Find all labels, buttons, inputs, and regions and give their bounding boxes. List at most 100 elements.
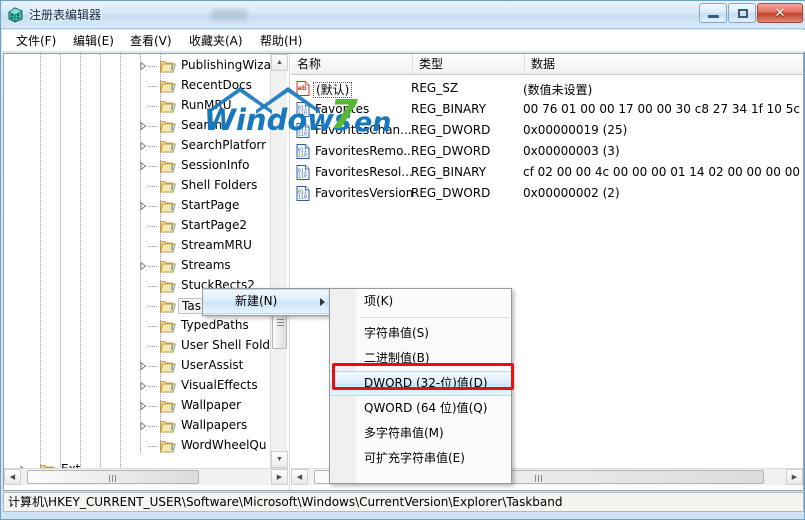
menu-file[interactable]: 文件(F): [10, 33, 62, 50]
submenu-item-2[interactable]: 二进制值(B): [330, 346, 511, 371]
chevron-right-icon: ▶: [791, 474, 798, 481]
menu-bar: 文件(F) 编辑(E) 查看(V) 收藏夹(A) 帮助(H): [2, 30, 805, 52]
submenu-item-0[interactable]: 项(K): [330, 289, 511, 314]
tree-vertical-scrollbar[interactable]: ▲ ▼: [270, 54, 288, 468]
table-row[interactable]: 011 110 FavoritesResol... REG_BINARY cf 02 0…: [291, 162, 803, 183]
folder-icon: [159, 299, 176, 313]
menu-view[interactable]: 查看(V): [124, 33, 178, 50]
column-header-type[interactable]: 类型: [413, 54, 525, 74]
table-row[interactable]: 011 110 FavoritesRemo... REG_DWORD 0x0000000…: [291, 141, 803, 162]
menu-help[interactable]: 帮助(H): [254, 33, 308, 50]
svg-text:110: 110: [298, 173, 307, 179]
folder-icon: [159, 399, 176, 413]
list-scroll-left-button[interactable]: ◀: [291, 469, 308, 485]
expand-arrow-icon[interactable]: [138, 201, 148, 211]
value-name-text: Favorites: [315, 102, 370, 116]
title-bar[interactable]: 注册表编辑器 ✕: [1, 1, 805, 29]
tree-item-label: StartPage: [181, 198, 240, 212]
value-name-text: FavoritesRemo...: [315, 144, 415, 158]
new-submenu[interactable]: 项(K) 字符串值(S) 二进制值(B) DWORD (32-位)值(D) QWORD …: [329, 288, 512, 484]
value-name-text: (默认): [313, 82, 353, 98]
column-header-name[interactable]: 名称: [291, 54, 413, 74]
new-submenu-inner: 项(K) 字符串值(S) 二进制值(B) DWORD (32-位)值(D) QWORD …: [330, 289, 511, 483]
tree-connector: [148, 66, 158, 67]
folder-icon: [159, 159, 176, 173]
tree-horizontal-scrollbar[interactable]: ◀ ▶: [4, 468, 288, 485]
tree-scroll-left-button[interactable]: ◀: [4, 469, 21, 485]
tree-connector: [148, 366, 158, 367]
tree-item-label: TypedPaths: [181, 318, 249, 332]
expand-arrow-icon[interactable]: [138, 401, 148, 411]
expand-arrow-icon[interactable]: [138, 421, 148, 431]
tree-item-label: Wallpaper: [181, 398, 242, 412]
expand-arrow-icon[interactable]: [138, 361, 148, 371]
expand-arrow-icon[interactable]: [138, 381, 148, 391]
submenu-item-3[interactable]: DWORD (32-位)值(D): [330, 371, 511, 396]
submenu-item-1[interactable]: 字符串值(S): [330, 321, 511, 346]
close-button[interactable]: ✕: [757, 3, 803, 23]
folder-icon: [159, 239, 176, 253]
tree-connector: [148, 206, 158, 207]
menu-edit[interactable]: 编辑(E): [67, 33, 120, 50]
expand-arrow-icon[interactable]: [138, 121, 148, 131]
table-row[interactable]: 011 110 FavoritesVersion REG_DWORD 0x0000000…: [291, 183, 803, 204]
list-scroll-right-button[interactable]: ▶: [786, 469, 803, 485]
minimize-button[interactable]: [699, 3, 727, 23]
binary-value-icon: 011 110: [296, 165, 310, 180]
submenu-item-5[interactable]: 多字符串值(M): [330, 421, 511, 446]
tree-item-label: Wallpapers: [181, 418, 248, 432]
folder-icon: [159, 179, 176, 193]
submenu-item-6[interactable]: 可扩充字符串值(E): [330, 446, 511, 471]
value-type-cell: REG_DWORD: [411, 186, 491, 200]
submenu-item-label: 多字符串值(M): [364, 426, 444, 440]
submenu-item-4[interactable]: QWORD (64 位)值(Q): [330, 396, 511, 421]
folder-icon: [159, 79, 176, 93]
folder-icon: [159, 339, 176, 353]
tree-scroll-down-button[interactable]: ▼: [271, 451, 288, 468]
folder-icon: [159, 259, 176, 273]
tree-item-label: PublishingWiza: [181, 58, 270, 72]
tree-guide: [140, 54, 141, 454]
value-name-text: FavoritesResol...: [315, 165, 413, 179]
table-row[interactable]: 011 110 FavoritesChan... REG_DWORD 0x0000001…: [291, 120, 803, 141]
tree-connector: [148, 346, 158, 347]
list-column-header: 名称 类型 数据: [291, 54, 803, 75]
tree-connector: [148, 166, 158, 167]
column-header-data[interactable]: 数据: [525, 54, 803, 74]
binary-value-icon: 011 110: [296, 186, 310, 201]
value-type-cell: REG_SZ: [411, 81, 459, 95]
string-value-icon: ab: [296, 81, 310, 96]
tree-item-label: RecentDocs: [181, 78, 252, 92]
tree-guide: [80, 54, 81, 468]
tree-scroll-right-button[interactable]: ▶: [271, 469, 288, 485]
content-area: PublishingWiza RecentDocs RunMRU Search Sear…: [3, 53, 804, 491]
tree-connector: [148, 386, 158, 387]
registry-editor-icon: [7, 6, 24, 23]
value-data-cell: cf 02 00 00 4c 00 00 00 01 14 02 00 00 0…: [523, 165, 800, 179]
tree-connector: [148, 186, 158, 187]
tree-hscroll-thumb[interactable]: [27, 470, 199, 484]
context-menu-item-new[interactable]: 新建(N): [203, 289, 333, 314]
chevron-right-icon: [320, 298, 325, 306]
registry-tree-panel[interactable]: PublishingWiza RecentDocs RunMRU Search Sear…: [4, 54, 290, 490]
context-menu-item-new-label: 新建(N): [235, 294, 278, 308]
value-name-cell: FavoritesVersion: [315, 186, 413, 200]
tree-scroll-up-button[interactable]: ▲: [271, 54, 288, 71]
table-row[interactable]: ab (默认) REG_SZ (数值未设置): [291, 78, 803, 99]
tree-connector: [148, 426, 158, 427]
table-row[interactable]: 011 110 Favorites REG_BINARY 00 76 01 00 00 …: [291, 99, 803, 120]
tree-connector: [148, 86, 158, 87]
folder-icon: [159, 99, 176, 113]
folder-icon: [159, 419, 176, 433]
svg-text:110: 110: [298, 110, 307, 116]
expand-arrow-icon[interactable]: [138, 261, 148, 271]
maximize-button[interactable]: [728, 3, 756, 23]
tree-item-label: SearchPlatforr: [181, 138, 267, 152]
value-name-cell: (默认): [313, 81, 353, 98]
expand-arrow-icon[interactable]: [138, 161, 148, 171]
menu-favorites[interactable]: 收藏夹(A): [183, 33, 249, 50]
expand-arrow-icon[interactable]: [138, 61, 148, 71]
context-menu[interactable]: 新建(N): [202, 288, 334, 316]
grip-icon: [277, 319, 284, 326]
expand-arrow-icon[interactable]: [138, 141, 148, 151]
